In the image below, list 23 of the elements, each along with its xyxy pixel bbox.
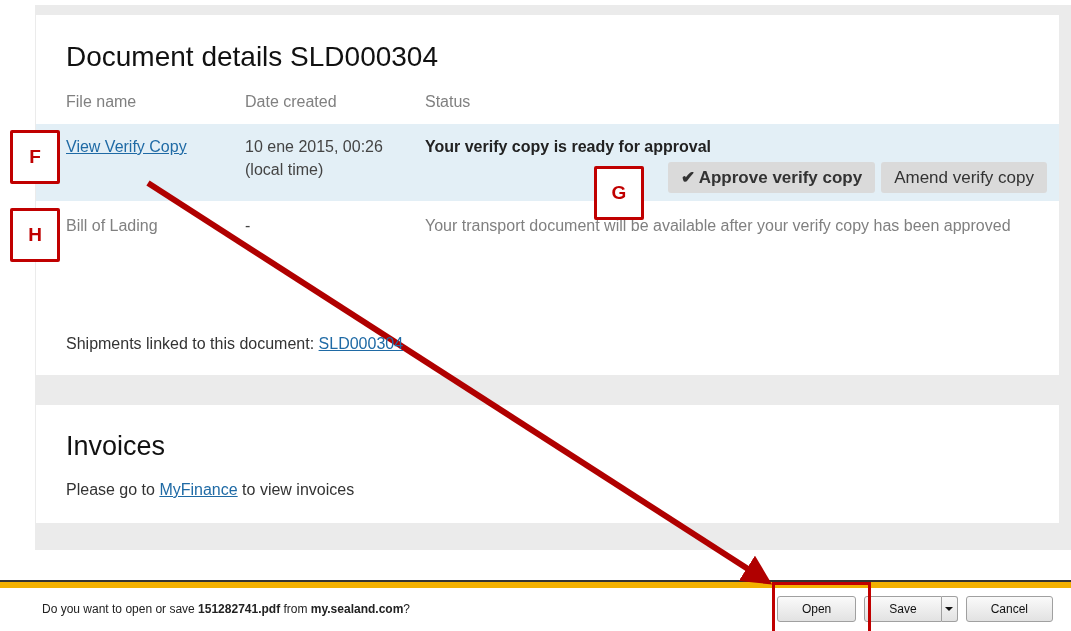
status-text: Your verify copy is ready for approval: [425, 138, 712, 155]
callout-label: H: [10, 208, 60, 262]
callout-label: F: [10, 130, 60, 184]
download-message: Do you want to open or save 151282741.pdf from my.sealand.com?: [42, 602, 411, 616]
column-header: Date created: [245, 93, 338, 112]
date-note: (local time): [245, 160, 324, 180]
date-text: 10 ene 2015, 00:26: [245, 137, 383, 157]
invoices-text: Please go to MyFinance to view invoices: [65, 481, 356, 499]
amend-button[interactable]: Amend verify copy: [881, 162, 1047, 193]
date-text: -: [245, 216, 251, 236]
finance-link[interactable]: MyFinance: [159, 481, 238, 498]
card-title: Invoices: [65, 431, 167, 462]
column-header: Status: [425, 93, 472, 112]
file-name: Bill of Lading: [66, 216, 158, 236]
callout-label: G: [594, 166, 644, 220]
open-button[interactable]: Open: [776, 596, 857, 622]
column-header: File name: [66, 93, 138, 112]
status-text: Your transport document will be available after your verify copy has been approved: [425, 217, 1011, 234]
cancel-button[interactable]: Cancel: [965, 596, 1053, 622]
save-button[interactable]: Save: [864, 596, 942, 622]
file-link[interactable]: View Verify Copy: [66, 135, 187, 158]
approve-button[interactable]: ✔ Approve verify copy: [667, 162, 876, 193]
card-title: Document details SLD000304: [65, 41, 439, 73]
